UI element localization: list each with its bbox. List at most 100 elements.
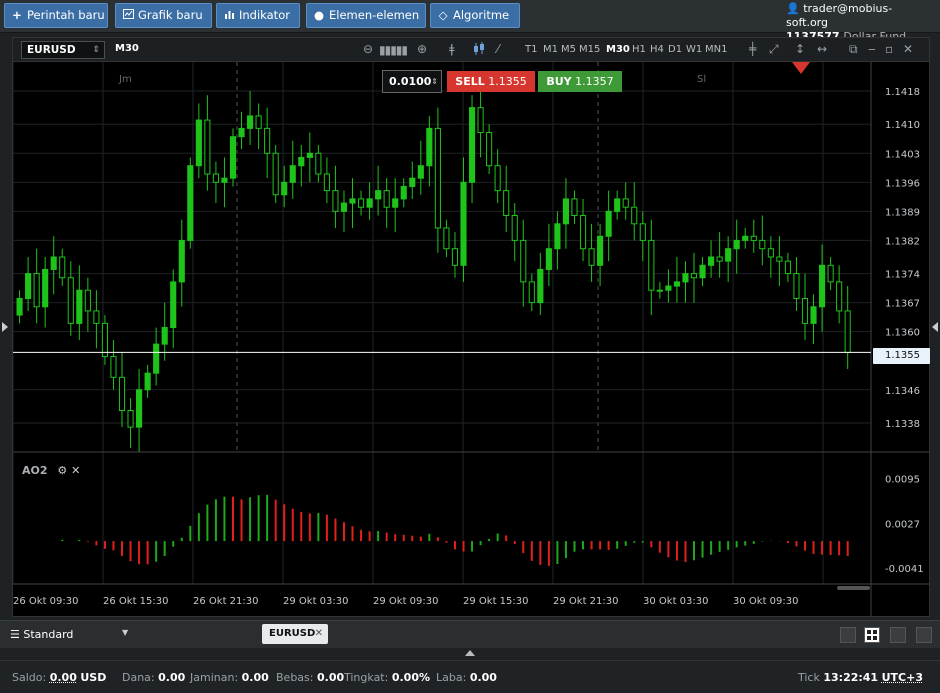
left-panel-arrow-icon[interactable] [2,322,8,332]
session-label: Jm [118,74,132,85]
price-tick-label: 1.1338 [885,419,920,430]
current-timeframe: M30 [115,43,139,54]
laba: Laba: 0.00 [436,671,497,684]
line-chart-type-icon[interactable]: ⁄ [497,42,499,56]
timeframe-h4[interactable]: H4 [650,44,664,55]
close-icon[interactable]: ✕ [903,42,913,56]
candle-body [323,173,330,192]
crosshair-icon[interactable]: ╪ [749,42,756,56]
chart-scrollbar[interactable] [837,586,870,590]
zoom-out-icon[interactable]: ⊖ [363,42,373,56]
horizontal-line-icon[interactable]: ↔ [817,42,827,56]
price-tick-label: 1.1403 [885,149,920,160]
candle-body [742,235,749,241]
candle-body [110,356,117,378]
candle-body [597,235,604,266]
detach-icon[interactable]: ⧉ [849,42,858,57]
candle-body [238,127,245,138]
candle-body [579,215,587,250]
candle-body [409,177,416,187]
candle-body [357,198,365,208]
timeframe-m1[interactable]: M1 [543,44,558,55]
candle-body [255,115,262,129]
timeframe-t1[interactable]: T1 [525,44,537,55]
zoom-in-icon[interactable]: ⊕ [417,42,427,56]
buy-button[interactable]: BUY 1.1357 [538,71,622,92]
candle-body [537,268,544,304]
timeframe-h1[interactable]: H1 [632,44,646,55]
price-tick-label: 1.1382 [885,236,920,247]
candle-body [392,198,399,208]
timeframe-m5[interactable]: M5 [561,44,576,55]
gear-icon[interactable]: ⚙ [57,464,67,477]
layout-grid-button[interactable] [864,627,880,643]
dana: Dana: 0.00 [122,671,186,684]
sell-button[interactable]: SELL 1.1355 [447,71,535,92]
candle-body [767,248,774,258]
candle-body [298,156,305,167]
workspace-bar: ☰ Standard ▼ EURUSD ✕ [0,620,940,648]
vertical-line-icon[interactable]: ↕ [795,42,805,56]
timeframe-w1[interactable]: W1 [686,44,702,55]
algorithm-button[interactable]: ◇ Algoritme [430,3,520,28]
maximize-icon[interactable]: ▫ [885,42,893,56]
candle-body [332,190,339,212]
chart-canvas[interactable]: Jm Sl 1.1418 1.1410 1.1403 1.1396 1.1389 1.1382… [13,62,929,616]
right-panel-arrow-icon[interactable] [932,322,938,332]
candle-body [187,165,194,241]
candle-body [554,223,561,250]
candle-body [614,198,621,212]
close-indicator-icon[interactable]: ✕ [71,464,80,477]
layout-columns-button[interactable] [890,627,906,643]
candle-body [84,289,91,312]
candle-body [383,190,390,208]
new-order-button[interactable]: + Perintah baru [4,3,108,28]
candle-body [810,306,817,324]
layout-rows-button[interactable] [916,627,932,643]
candle-body [221,177,228,183]
expand-panel-icon[interactable] [465,650,475,656]
candle-body [136,389,143,428]
candle-body [725,248,732,262]
new-chart-button[interactable]: Grafik baru [115,3,212,28]
candle-chart-type-icon[interactable] [473,42,485,59]
close-tab-icon[interactable]: ✕ [315,624,323,644]
user-icon: 👤 [786,2,800,15]
candle-body [750,235,757,241]
bar-chart-type-icon[interactable]: ǂ [449,42,455,56]
timeframe-m30[interactable]: M30 [606,44,630,55]
timeframe-m15[interactable]: M15 [579,44,600,55]
time-tick-label: 26 Okt 21:30 [193,596,258,607]
time-tick-label: 29 Okt 03:30 [283,596,348,607]
elements-button[interactable]: ● Elemen-elemen [306,3,426,28]
candle-body [844,310,851,353]
ao-tick-label: 0.0027 [885,519,920,530]
candle-body [50,256,57,270]
candle-body [144,372,151,391]
time-tick-label: 30 Okt 03:30 [643,596,708,607]
workspace-select[interactable]: ☰ Standard ▼ [10,628,128,641]
layout-single-button[interactable] [840,627,856,643]
timeframe-d1[interactable]: D1 [668,44,682,55]
symbol-select[interactable]: EURUSD ⇕ [21,41,105,59]
trendline-icon[interactable]: ⤢ [769,42,779,57]
candle-body [699,264,706,279]
candle-body [511,215,518,241]
spinner-icon: ⇕ [431,77,438,86]
volume-input[interactable]: 0.0100 ⇕ [382,70,442,93]
chevron-down-icon: ▼ [122,628,129,637]
candle-body [153,343,160,374]
minimize-icon[interactable]: ‒ [868,42,876,56]
tab-eurusd[interactable]: EURUSD ✕ [262,624,328,644]
candle-body [588,248,595,266]
timeframe-mn1[interactable]: MN1 [705,44,727,55]
timezone-select[interactable]: UTC+3 [882,671,923,684]
candle-body [836,281,843,312]
candle-body [25,273,32,299]
time-tick-label: 26 Okt 09:30 [13,596,78,607]
zoom-slider-icon[interactable]: ▮▮▮▮▮ [379,43,408,57]
price-tick-label: 1.1410 [885,120,920,131]
indicator-button[interactable]: Indikator [216,3,300,28]
scroll-marker-icon[interactable] [792,62,810,74]
candle-body [178,239,185,283]
